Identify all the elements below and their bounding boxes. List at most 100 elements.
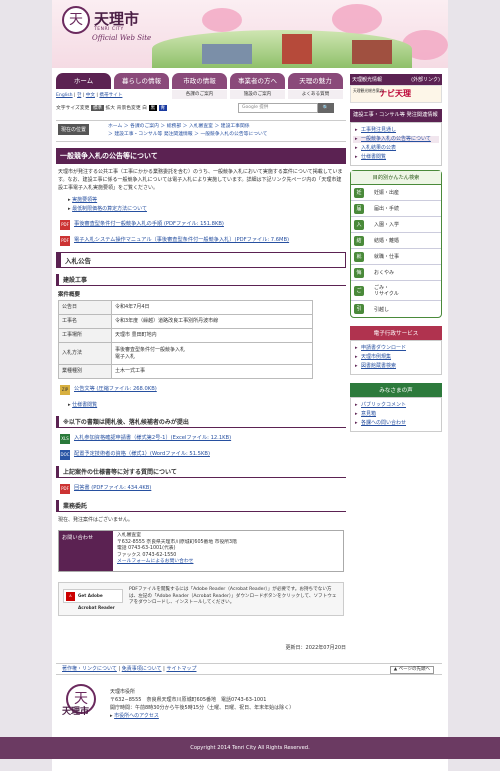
updated-date: 更新日：2022年07月20日 bbox=[285, 645, 346, 651]
purpose-item-pregnancy[interactable]: 妊 妊娠・出産 bbox=[351, 185, 441, 201]
table-value: 令和3年度（繰越）道路改良工事別所丹波市線 bbox=[111, 314, 313, 329]
nav-tab-living[interactable]: 暮らしの情報 bbox=[114, 73, 169, 89]
excel-link-application[interactable]: 入札参加資格確認申請書（様式第2号-1）(Excelファイル: 12.1KB) bbox=[74, 435, 231, 441]
sidebar-heading: 建設工事・コンサル等 発注関連情報 bbox=[350, 109, 442, 122]
nav-tab-charm[interactable]: 天理の魅力 bbox=[288, 73, 343, 89]
pdf-icon: PDF bbox=[60, 484, 70, 494]
navi-tenri-banner[interactable]: 天理観光総合案内 ナビ天理 bbox=[350, 85, 442, 103]
purpose-label: 結婚・離婚 bbox=[374, 238, 400, 244]
nav-tab-business[interactable]: 事業者の方へ bbox=[230, 73, 285, 89]
lang-english-link[interactable]: English bbox=[56, 93, 73, 98]
footer-disclaimer-link[interactable]: 免責事項について bbox=[122, 666, 162, 672]
lang-chinese-link[interactable]: 中文 bbox=[86, 93, 95, 98]
e-service-forms-link[interactable]: 申請書ダウンロード bbox=[361, 345, 406, 351]
purpose-search-panel: 目的別かんたん検索 妊妊娠・出産 届届出・手続 入入園・入学 結結婚・離婚 就就… bbox=[350, 170, 442, 318]
voices-heading: みなさまの声 bbox=[350, 383, 442, 397]
footer-sitemap-link[interactable]: サイトマップ bbox=[166, 666, 196, 672]
pdf-link-procedure[interactable]: 事後審査型条件付一般競争入札の手順 (PDFファイル: 151.8KB) bbox=[74, 221, 224, 227]
navi-small-text: 天理観光総合案内 bbox=[353, 88, 384, 93]
purpose-label: 妊娠・出産 bbox=[374, 190, 400, 196]
adobe-text: PDFファイルを閲覧するには「Adobe Reader（Acrobat Read… bbox=[129, 587, 337, 606]
sidebar-item-forecast[interactable]: 工事発注見通し bbox=[361, 127, 396, 133]
purpose-label: 入園・入学 bbox=[374, 222, 400, 228]
purpose-item-procedures[interactable]: 届 届出・手続 bbox=[351, 201, 441, 217]
section-heading-construction: 建設工事 bbox=[56, 274, 346, 286]
purpose-item-jobs[interactable]: 就 就職・仕事 bbox=[351, 249, 441, 265]
link-min-price[interactable]: 最低制限価格の算定方法について bbox=[72, 206, 147, 212]
footer-city-name: 天理市 bbox=[62, 707, 90, 717]
purpose-label: ごみ・ リサイクル bbox=[374, 284, 399, 297]
bg-white-button[interactable]: 白 bbox=[142, 106, 147, 111]
pdf-icon: PDF bbox=[60, 220, 70, 230]
font-standard-button[interactable]: 標準 bbox=[90, 105, 104, 111]
bg-color-label: 背景色変更 bbox=[116, 106, 141, 111]
purpose-label: 就職・仕事 bbox=[374, 254, 400, 260]
nav-sub-facilities[interactable]: 施設のご案内 bbox=[230, 90, 285, 99]
search-input[interactable]: Google 提供 bbox=[238, 103, 318, 113]
search-icon[interactable]: 🔍 bbox=[318, 103, 334, 113]
adobe-notice: A Get Adobe Acrobat Reader PDFファイルを閲覧するには… bbox=[58, 582, 344, 616]
link-spec-view[interactable]: 仕様書閲覧 bbox=[72, 402, 97, 408]
navi-title: ナビ天理 bbox=[379, 89, 411, 98]
external-link-note: (外部リンク) bbox=[411, 77, 440, 83]
purpose-search-heading: 目的別かんたん検索 bbox=[351, 171, 441, 185]
nav-sub-depts[interactable]: 各課のご案内 bbox=[172, 90, 227, 99]
city-logo-mark[interactable]: 天 bbox=[62, 6, 90, 34]
footer-address-block: 天理市役所 〒632−8555 奈良県天理市川原城町605番地 電話0743-6… bbox=[110, 688, 440, 720]
overview-heading: 案件概要 bbox=[58, 292, 81, 298]
header-banner: 天 天理市 TENRI CITY Official Web Site bbox=[52, 0, 448, 68]
briefcase-icon: 就 bbox=[354, 251, 364, 262]
table-row: 入札方法 事後審査型条件付一般競争入札 電子入札 bbox=[58, 342, 313, 365]
pdf-link-answer[interactable]: 回答書 (PDFファイル: 434.4KB) bbox=[74, 485, 151, 491]
word-link-engineer[interactable]: 配置予定技術者の資格（様式1）(Wordファイル: 51.5KB) bbox=[74, 451, 210, 457]
adobe-badge-text: Get Adobe Acrobat Reader bbox=[78, 593, 115, 610]
contact-phone: 電話 0743-63-1001(代表) bbox=[117, 546, 176, 552]
bg-blue-button[interactable]: 青 bbox=[158, 105, 168, 111]
sidebar-menu: 工事発注見通し 一般競争入札の公告等について 入札結果の公表 仕様書閲覧 bbox=[350, 122, 442, 166]
footer-access-link[interactable]: 市役所へのアクセス bbox=[114, 713, 159, 719]
zip-link-notice[interactable]: 公告文等 (圧縮ファイル: 268.0KB) bbox=[74, 386, 157, 392]
contact-box: お問い合わせ 入札審査室 〒632-8555 奈良県天理市川原城町605番地 市… bbox=[58, 530, 344, 572]
table-key: 工事場所 bbox=[58, 328, 112, 343]
pdf-icon: PDF bbox=[60, 236, 70, 246]
breadcrumb: 現在の位置 ホーム ＞ 各課のご案内 ＞ 総務部 ＞ 入札審査室 ＞ 建設工事関… bbox=[56, 120, 346, 142]
purpose-item-school[interactable]: 入 入園・入学 bbox=[351, 217, 441, 233]
sidebar-item-results[interactable]: 入札結果の公表 bbox=[361, 145, 396, 151]
section-heading-consignment: 業務委託 bbox=[56, 500, 346, 512]
back-to-top-button[interactable]: ▲ ページの先頭へ bbox=[389, 666, 434, 674]
city-logo-title[interactable]: 天理市 bbox=[94, 8, 139, 29]
contact-mail-link[interactable]: メールフォームによるお問い合わせ bbox=[117, 559, 193, 564]
tourism-label: 天理観光情報 bbox=[352, 77, 383, 83]
purpose-item-condolence[interactable]: 悔 おくやみ bbox=[351, 265, 441, 281]
purpose-item-garbage[interactable]: ごごみ・ リサイクル bbox=[351, 281, 441, 301]
adobe-download-button[interactable]: A Get Adobe Acrobat Reader bbox=[63, 589, 123, 610]
contact-label: お問い合わせ bbox=[59, 531, 113, 571]
sidebar-item-notice-current[interactable]: 一般競争入札の公告等について bbox=[361, 136, 431, 142]
breadcrumb-line-2[interactable]: ＞ 建設工事・コンサル等 発注関連情報 ＞ 一般競争入札の公告等について bbox=[108, 131, 342, 139]
voices-opinion-box-link[interactable]: 意見箱 bbox=[361, 411, 376, 417]
sidebar-item-specs[interactable]: 仕様書閲覧 bbox=[361, 154, 386, 160]
lang-korean-link[interactable]: 한 bbox=[77, 93, 81, 98]
voices-public-comment-link[interactable]: パブリックコメント bbox=[361, 402, 406, 408]
nav-tab-home[interactable]: ホーム bbox=[56, 73, 111, 89]
e-service-library-link[interactable]: 図書館蔵書検索 bbox=[361, 363, 396, 369]
font-large-button[interactable]: 拡大 bbox=[106, 106, 116, 111]
breadcrumb-line-1[interactable]: ホーム ＞ 各課のご案内 ＞ 総務部 ＞ 入札審査室 ＞ 建設工事関係 bbox=[108, 123, 342, 131]
voices-inquiry-link[interactable]: 各課への問い合わせ bbox=[361, 420, 406, 426]
footer-address: 〒632−8555 奈良県天理市川原城町605番地 電話0743-63-1001 bbox=[110, 697, 267, 703]
mobile-site-link[interactable]: 携帯サイト bbox=[99, 93, 122, 98]
link-guidelines[interactable]: 実施要領等 bbox=[72, 197, 97, 203]
city-logo-sub: Official Web Site bbox=[92, 34, 152, 42]
purpose-item-marriage[interactable]: 結 結婚・離婚 bbox=[351, 233, 441, 249]
purpose-item-moving[interactable]: 引 引越し bbox=[351, 301, 441, 317]
footer-copyright-link[interactable]: 著作権・リンクについて bbox=[62, 666, 117, 672]
recycle-icon: ご bbox=[354, 285, 364, 296]
e-service-regulations-link[interactable]: 天理市例規集 bbox=[361, 354, 391, 360]
bg-black-button[interactable]: 黒 bbox=[148, 105, 158, 111]
pdf-link-manual[interactable]: 電子入札システム操作マニュアル（事後審査型条件付一般競争入札）(PDFファイル:… bbox=[74, 237, 289, 243]
city-logo-roman: TENRI CITY bbox=[94, 27, 124, 32]
purpose-label: おくやみ bbox=[374, 270, 395, 276]
nav-tab-city[interactable]: 市政の情報 bbox=[172, 73, 227, 89]
table-value: 天理市 豊田町地内 bbox=[111, 328, 313, 343]
nav-sub-faq[interactable]: よくある質問 bbox=[288, 90, 343, 99]
